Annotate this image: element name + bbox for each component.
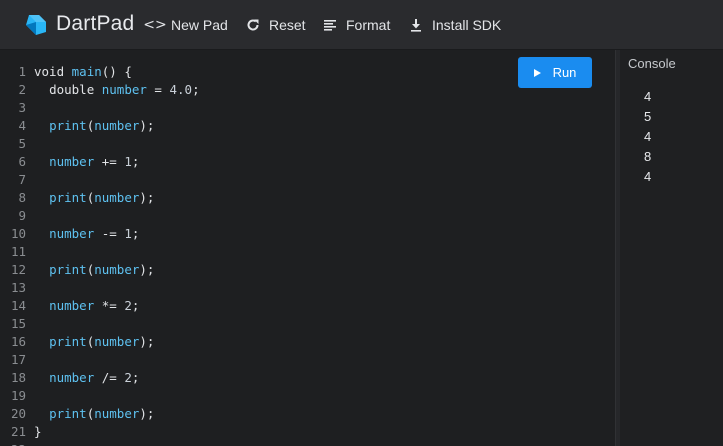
console-output-line: 4 xyxy=(644,169,652,184)
console-output-line: 8 xyxy=(644,149,652,164)
line-number: 11 xyxy=(10,244,26,259)
format-align-icon xyxy=(321,16,339,34)
line-number: 22 xyxy=(0,441,26,446)
line-number: 10 xyxy=(10,226,26,241)
top-toolbar: DartPad <> New Pad Reset Format Install … xyxy=(0,0,723,50)
code-line: } xyxy=(34,424,42,439)
format-label: Format xyxy=(346,17,391,33)
code-line: print(number); xyxy=(49,118,155,133)
line-number: 7 xyxy=(18,172,26,187)
console-output-line: 4 xyxy=(644,89,652,104)
code-line: double number = 4.0; xyxy=(49,82,200,97)
line-number: 2 xyxy=(18,82,26,97)
line-number: 4 xyxy=(18,118,26,133)
new-pad-label: New Pad xyxy=(171,17,228,33)
line-number: 18 xyxy=(10,370,26,385)
install-sdk-button[interactable]: Install SDK xyxy=(407,15,501,35)
dart-logo-icon xyxy=(26,15,46,35)
line-number: 1 xyxy=(18,64,26,79)
line-number: 13 xyxy=(10,280,26,295)
line-number: 3 xyxy=(18,100,26,115)
format-button[interactable]: Format xyxy=(321,15,390,35)
reset-label: Reset xyxy=(269,17,306,33)
line-number: 17 xyxy=(10,352,26,367)
run-label: Run xyxy=(552,65,577,80)
reset-button[interactable]: Reset xyxy=(244,15,306,35)
code-line: print(number); xyxy=(49,334,155,349)
code-line: print(number); xyxy=(49,190,155,205)
console-output-line: 4 xyxy=(644,129,652,144)
line-number: 5 xyxy=(18,136,26,151)
code-line: print(number); xyxy=(49,262,155,277)
code-line: number *= 2; xyxy=(49,298,140,313)
code-editor[interactable]: 12345678910111213141516171819202122 void… xyxy=(0,50,615,446)
code-line: void main() { xyxy=(34,64,132,79)
line-number-gutter: 12345678910111213141516171819202122 xyxy=(0,50,28,446)
line-number: 9 xyxy=(18,208,26,223)
refresh-icon xyxy=(244,16,262,34)
line-number: 16 xyxy=(10,334,26,349)
code-brackets-icon: <> xyxy=(143,17,167,33)
console-title: Console xyxy=(628,56,676,71)
console-panel: Console 4 5 4 8 4 xyxy=(620,50,723,446)
code-line: print(number); xyxy=(49,406,155,421)
brand-title: DartPad xyxy=(56,12,135,35)
line-number: 20 xyxy=(10,406,26,421)
play-icon xyxy=(533,68,541,77)
download-icon xyxy=(407,16,425,34)
run-button[interactable]: Run xyxy=(518,57,592,88)
code-line: number -= 1; xyxy=(49,226,140,241)
new-pad-button[interactable]: <> New Pad xyxy=(143,15,228,35)
line-number: 21 xyxy=(10,424,26,439)
line-number: 12 xyxy=(10,262,26,277)
code-line: number += 1; xyxy=(49,154,140,169)
line-number: 6 xyxy=(18,154,26,169)
dartpad-app: DartPad <> New Pad Reset Format Install … xyxy=(0,0,723,446)
install-sdk-label: Install SDK xyxy=(432,17,502,33)
line-number: 15 xyxy=(10,316,26,331)
line-number: 14 xyxy=(10,298,26,313)
line-number: 19 xyxy=(10,388,26,403)
console-output-line: 5 xyxy=(644,109,652,124)
code-line: number /= 2; xyxy=(49,370,140,385)
line-number: 8 xyxy=(18,190,26,205)
